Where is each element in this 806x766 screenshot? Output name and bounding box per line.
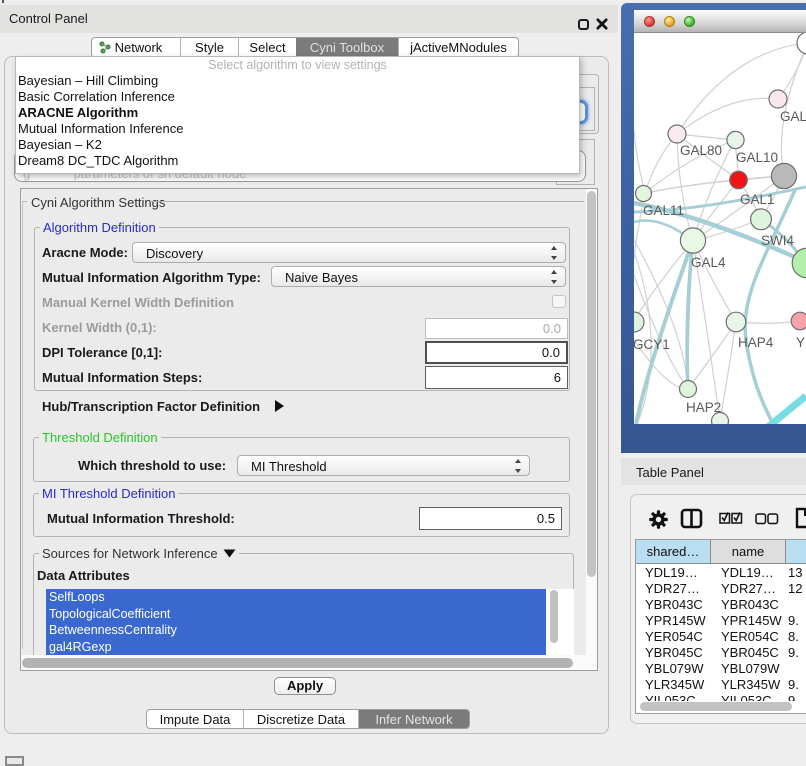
svg-text:SWI4: SWI4 (761, 233, 794, 248)
svg-text:HAP2: HAP2 (686, 400, 721, 415)
svg-text:GAL: GAL (780, 109, 806, 124)
svg-text:GAL1: GAL1 (740, 192, 775, 207)
svg-text:GAL4: GAL4 (691, 255, 726, 270)
svg-text:GAL80: GAL80 (680, 143, 722, 158)
svg-text:HAP4: HAP4 (738, 335, 774, 350)
svg-text:GCY1: GCY1 (634, 337, 670, 352)
svg-text:GAL11: GAL11 (643, 203, 684, 218)
svg-text:Y: Y (796, 335, 805, 350)
svg-text:GAL10: GAL10 (736, 150, 778, 165)
